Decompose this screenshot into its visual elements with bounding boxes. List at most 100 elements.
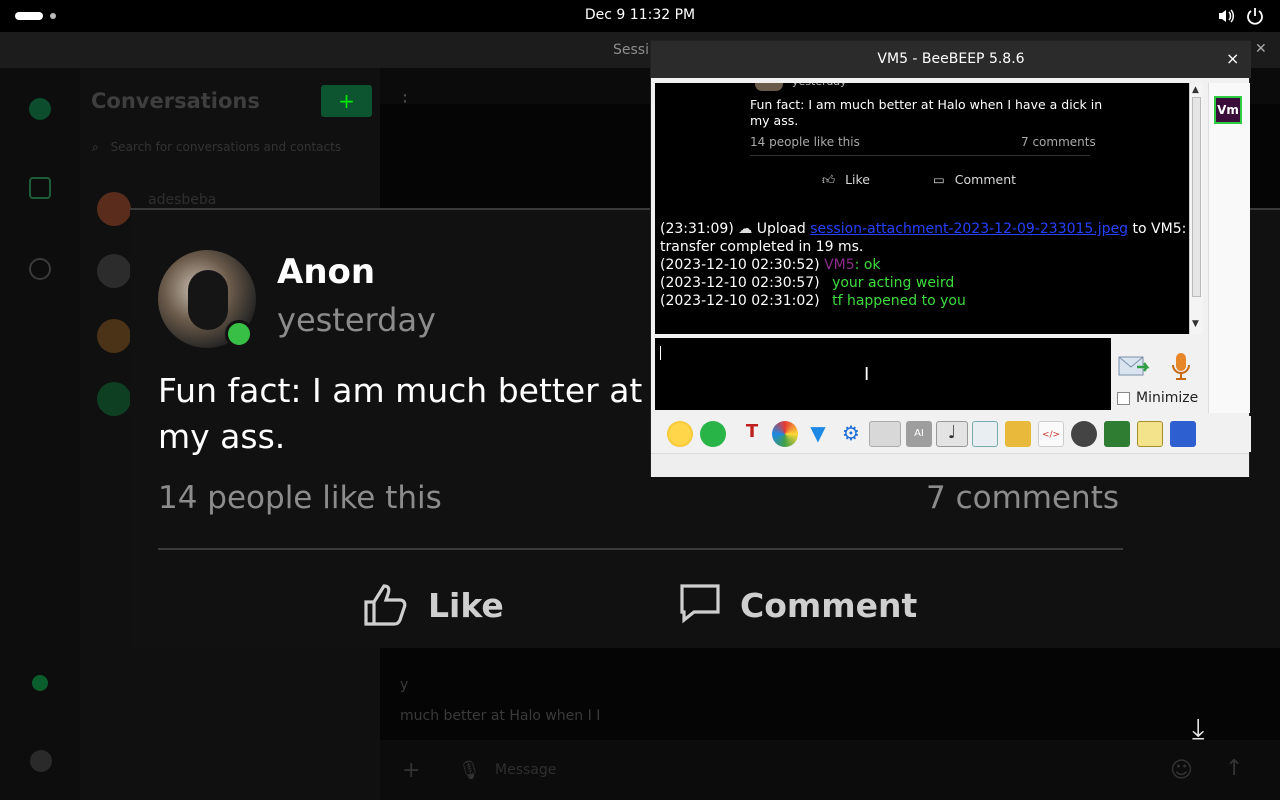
- thumbs-up-icon: 👍︎: [822, 172, 836, 187]
- settings-icon[interactable]: [29, 258, 51, 280]
- likes-count: 14 people like this: [158, 480, 442, 516]
- minimize-label: Minimize: [1136, 390, 1199, 406]
- close-icon[interactable]: ×: [1226, 49, 1239, 68]
- chat-history[interactable]: yesterday Fun fact: I am much better at …: [655, 83, 1203, 334]
- document-icon[interactable]: [972, 421, 998, 447]
- desktop: Dec 9 11:32 PM Sessi ✕ Conversations + ⋮…: [0, 0, 1280, 800]
- attachment-link[interactable]: session-attachment-2023-12-09-233015.jpe…: [810, 221, 1128, 237]
- preview-like: 👍︎ Like: [822, 172, 870, 188]
- scrollbar-thumb[interactable]: [1192, 97, 1201, 297]
- floppy-save-icon[interactable]: [1170, 421, 1196, 447]
- text-cursor-icon: I: [864, 364, 870, 385]
- beebeep-window: VM5 - BeeBEEP 5.8.6 × yesterday Fun fact…: [650, 40, 1251, 477]
- log-line-upload: (23:31:09) ☁ Upload session-attachment-2…: [660, 221, 1186, 237]
- conversation-avatar[interactable]: [97, 254, 131, 288]
- online-indicator: [225, 320, 253, 348]
- contact-name[interactable]: adesbeba: [148, 192, 216, 208]
- session-close-icon[interactable]: ✕: [1255, 41, 1267, 57]
- html-code-icon[interactable]: </>: [1038, 421, 1064, 447]
- log-message: tf happened to you: [832, 293, 966, 309]
- comment-label: Comment: [740, 586, 918, 625]
- workspace-dot[interactable]: [50, 13, 56, 19]
- chat-snippet: y: [400, 677, 409, 693]
- new-conversation-button[interactable]: +: [321, 85, 372, 117]
- activities-indicator[interactable]: [15, 12, 43, 20]
- log-line-transfer: transfer completed in 19 ms.: [660, 239, 864, 255]
- beebeep-titlebar[interactable]: VM5 - BeeBEEP 5.8.6 ×: [651, 41, 1251, 78]
- webcam-icon[interactable]: [1071, 421, 1097, 447]
- post-time: yesterday: [277, 301, 436, 339]
- conversation-avatar[interactable]: [97, 192, 131, 226]
- preview-comments: 7 comments: [1021, 135, 1096, 149]
- comment-bubble-icon: ▭: [933, 172, 945, 187]
- attach-plus-icon[interactable]: +: [402, 758, 420, 783]
- message-input[interactable]: Message: [495, 762, 556, 778]
- screenshot-icon[interactable]: [1104, 421, 1130, 447]
- send-icon[interactable]: ↑: [1225, 756, 1243, 781]
- conversation-avatar[interactable]: [97, 319, 131, 353]
- thumbs-up-icon: [364, 584, 407, 626]
- log-time: (2023-12-10 02:30:52): [660, 257, 820, 273]
- preview-comment: ▭ Comment: [933, 172, 1016, 187]
- text-caret: [660, 346, 661, 360]
- log-line-message: (2023-12-10 02:30:57) your acting weird: [660, 275, 954, 291]
- chat-toolbar: T ▼ ⚙ AI ♩ </>: [651, 416, 1251, 452]
- comment-bubble-icon: [680, 584, 720, 624]
- music-note-icon[interactable]: ♩: [936, 421, 968, 447]
- chat-scrollbar[interactable]: ▲ ▼: [1189, 83, 1203, 334]
- emoji-icon[interactable]: ☺: [1170, 758, 1193, 783]
- message-input[interactable]: [655, 338, 1111, 410]
- filter-icon[interactable]: ▼: [805, 421, 831, 447]
- log-time: (2023-12-10 02:30:57): [660, 275, 820, 291]
- voice-message-icon[interactable]: [1169, 351, 1193, 383]
- volume-icon[interactable]: [1216, 6, 1236, 26]
- preview-likes: 14 people like this: [750, 135, 860, 149]
- minimize-checkbox-box[interactable]: [1117, 391, 1130, 405]
- chat-snippet: much better at Halo when I I: [400, 708, 601, 724]
- text-font-icon[interactable]: T: [739, 421, 765, 447]
- emoticon-icon[interactable]: [667, 421, 693, 447]
- post-body: Fun fact: I am much better at my ass.: [158, 371, 643, 456]
- microphone-icon[interactable]: 🎙: [458, 760, 481, 781]
- conversation-avatar[interactable]: [97, 382, 131, 416]
- search-icon: ⌕: [92, 140, 99, 154]
- status-dot-icon[interactable]: [32, 675, 48, 691]
- conversation-search-input[interactable]: ⌕ Search for conversations and contacts: [92, 140, 372, 155]
- status-bar: [651, 453, 1249, 477]
- log-line-message: (2023-12-10 02:31:02) tf happened to you: [660, 293, 966, 309]
- send-message-icon[interactable]: [1117, 353, 1153, 381]
- save-chat-icon[interactable]: [869, 421, 901, 447]
- scroll-down-icon[interactable]: ▼: [1192, 319, 1199, 329]
- card-divider: [158, 548, 1123, 550]
- minimize-checkbox[interactable]: Minimize: [1117, 390, 1198, 406]
- scroll-up-icon[interactable]: ▲: [1192, 85, 1199, 95]
- conversations-title: Conversations: [91, 89, 260, 113]
- profile-icon[interactable]: [29, 98, 51, 120]
- preview-divider: [750, 155, 1090, 156]
- edit-note-icon[interactable]: [1137, 421, 1163, 447]
- search-placeholder: Search for conversations and contacts: [110, 140, 342, 154]
- gear-icon[interactable]: ⚙: [838, 421, 864, 447]
- power-icon[interactable]: [1245, 6, 1265, 26]
- green-sticker-icon[interactable]: [700, 421, 726, 447]
- log-message: your acting weird: [832, 275, 955, 291]
- log-line-message: (2023-12-10 02:30:52) VM5: ok: [660, 257, 881, 273]
- log-user[interactable]: VM5: [824, 257, 855, 273]
- clock[interactable]: Dec 9 11:32 PM: [540, 7, 740, 23]
- log-message: : ok: [854, 257, 881, 273]
- color-picker-icon[interactable]: [772, 421, 798, 447]
- log-suffix: to VM5:: [1132, 221, 1187, 237]
- post-author: Anon: [277, 252, 376, 292]
- preview-time: yesterday: [792, 83, 847, 88]
- chat-icon[interactable]: [29, 177, 51, 199]
- session-window-title: Sessi: [613, 42, 649, 58]
- log-prefix: Upload: [756, 221, 806, 237]
- top-bar: Dec 9 11:32 PM: [0, 0, 1280, 32]
- user-list-panel: [1208, 83, 1250, 413]
- ai-icon[interactable]: AI: [906, 421, 932, 447]
- like-label: Like: [428, 586, 504, 625]
- user-badge[interactable]: Vm: [1214, 96, 1242, 124]
- folder-icon[interactable]: [1005, 421, 1031, 447]
- theme-moon-icon[interactable]: [30, 750, 52, 772]
- comments-count: 7 comments: [926, 480, 1120, 516]
